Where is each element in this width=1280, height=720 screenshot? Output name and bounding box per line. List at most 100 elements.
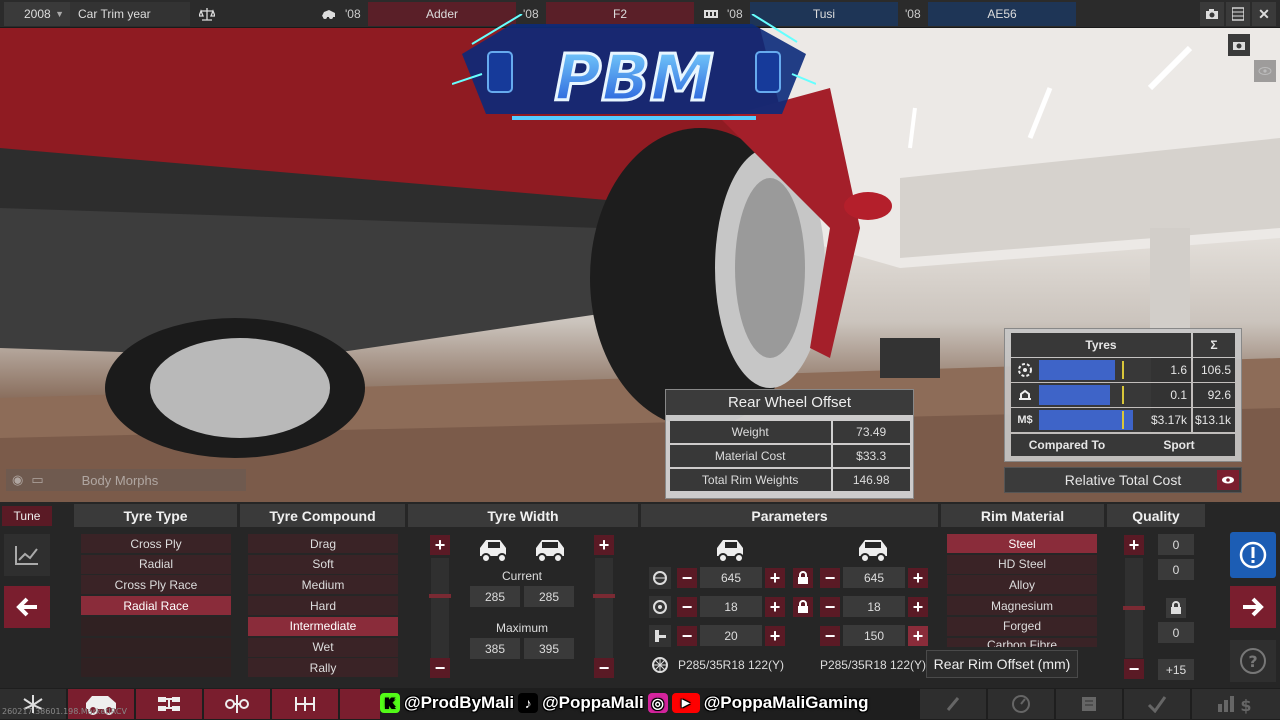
front-diameter-minus-button[interactable]: − xyxy=(677,568,697,588)
year-selector[interactable]: 2008 ▼ xyxy=(4,1,70,26)
nav-wheels-icon[interactable] xyxy=(340,689,380,719)
width-rear-minus-button[interactable]: − xyxy=(594,658,614,678)
rear-diameter-value[interactable]: 645 xyxy=(843,567,905,588)
quality-slider-handle[interactable] xyxy=(1123,606,1145,610)
width-rear-plus-button[interactable]: + xyxy=(594,535,614,555)
nav-interior-icon[interactable] xyxy=(920,689,986,719)
width-rear-slider[interactable] xyxy=(595,558,613,658)
width-front-slider[interactable] xyxy=(431,558,449,658)
front-offset-value[interactable]: 20 xyxy=(700,625,762,646)
rear-rim-size-value[interactable]: 18 xyxy=(843,596,905,617)
current-width-label: Current xyxy=(501,569,542,583)
compare-scale-icon[interactable] xyxy=(190,2,224,26)
version-text: 260217.38601.198.MarketIRCV xyxy=(2,707,127,716)
relative-total-cost-toggle[interactable]: Relative Total Cost xyxy=(1004,467,1242,493)
nav-finish-icon[interactable] xyxy=(1124,689,1190,719)
lock-icon[interactable] xyxy=(793,568,813,588)
front-rim-size-minus-button[interactable]: − xyxy=(677,597,697,617)
rear-offset-minus-button[interactable]: − xyxy=(820,626,840,646)
rear-offset-value[interactable]: 150 xyxy=(843,625,905,646)
rear-diameter-plus-button[interactable]: + xyxy=(908,568,928,588)
graph-icon[interactable] xyxy=(4,534,50,576)
width-front-slider-handle[interactable] xyxy=(429,594,451,598)
front-car-icon xyxy=(478,538,510,567)
current-width-front: 285 xyxy=(470,586,520,607)
quality-minus-button[interactable]: − xyxy=(1124,659,1144,679)
nav-market-icon[interactable]: $ xyxy=(1192,689,1280,719)
tyre-compound-item[interactable]: Drag xyxy=(248,534,398,553)
width-rear-slider-handle[interactable] xyxy=(593,594,615,598)
lock-icon[interactable] xyxy=(793,597,813,617)
rim-material-item[interactable]: Carbon Fibre xyxy=(947,637,1097,647)
rear-rim-size-minus-button[interactable]: − xyxy=(820,597,840,617)
help-icon[interactable]: ? xyxy=(1230,640,1276,682)
tyre-type-item[interactable]: Cross Ply Race xyxy=(81,575,231,595)
tyre-compound-item[interactable]: Wet xyxy=(248,637,398,657)
rear-diameter-minus-button[interactable]: − xyxy=(820,568,840,588)
rim-material-item[interactable]: Steel xyxy=(947,534,1097,553)
svg-text:?: ? xyxy=(1248,652,1257,671)
slot-4-name[interactable]: AE56 xyxy=(928,1,1076,26)
kick-handle: @ProdByMali xyxy=(404,693,515,712)
front-offset-minus-button[interactable]: − xyxy=(677,626,697,646)
next-arrow-button[interactable] xyxy=(1230,586,1276,628)
compared-to-value[interactable]: Sport xyxy=(1123,434,1235,456)
quality-plus-button[interactable]: + xyxy=(1124,535,1144,555)
pbm-logo: PBM xyxy=(451,13,817,132)
tyre-type-item[interactable]: Radial Race xyxy=(81,596,231,616)
comfort-bar xyxy=(1039,383,1151,407)
width-front-minus-button[interactable]: − xyxy=(430,658,450,678)
front-rim-size-plus-button[interactable]: + xyxy=(765,597,785,617)
tyre-compound-item[interactable]: Medium xyxy=(248,575,398,595)
eye-icon[interactable]: ◉ xyxy=(12,472,23,488)
tyre-type-item xyxy=(81,658,231,678)
car-trim-year-label[interactable]: Car Trim year xyxy=(70,1,190,26)
front-diameter-plus-button[interactable]: + xyxy=(765,568,785,588)
sum-header: Σ xyxy=(1193,333,1235,357)
rear-rim-size-plus-button[interactable]: + xyxy=(908,597,928,617)
svg-text:PBM: PBM xyxy=(554,42,713,116)
tiktok-handle: @PoppaMali xyxy=(542,693,644,712)
nav-drivetrain-icon[interactable] xyxy=(272,689,338,719)
rear-offset-plus-button[interactable]: + xyxy=(908,626,928,646)
warning-icon[interactable] xyxy=(1230,532,1276,578)
car-icon xyxy=(316,2,342,26)
camera-icon[interactable] xyxy=(1200,2,1224,26)
nav-chassis-icon[interactable] xyxy=(136,689,202,719)
nav-notes-icon[interactable] xyxy=(1056,689,1122,719)
tyre-compound-item[interactable]: Intermediate xyxy=(248,616,398,636)
eye-icon[interactable] xyxy=(1217,470,1239,490)
width-front-plus-button[interactable]: + xyxy=(430,535,450,555)
tyre-compound-item[interactable]: Soft xyxy=(248,554,398,574)
nav-suspension-icon[interactable] xyxy=(204,689,270,719)
comfort-bar-fill xyxy=(1039,385,1110,405)
front-offset-plus-button[interactable]: + xyxy=(765,626,785,646)
rim-material-item[interactable]: Forged xyxy=(947,616,1097,636)
menu-icon[interactable] xyxy=(1226,2,1250,26)
tyre-compound-item[interactable]: Rally xyxy=(248,658,398,678)
total-rim-weights-label: Total Rim Weights xyxy=(669,469,831,491)
rim-material-item[interactable]: Magnesium xyxy=(947,596,1097,616)
visibility-eye-icon[interactable] xyxy=(1254,60,1276,82)
rim-material-item[interactable]: HD Steel xyxy=(947,554,1097,574)
back-arrow-button[interactable] xyxy=(4,586,50,628)
screenshot-camera-icon[interactable] xyxy=(1228,34,1250,56)
tyre-type-item[interactable]: Cross Ply xyxy=(81,534,231,553)
offset-panel-title: Rear Wheel Offset xyxy=(666,390,913,415)
chevron-down-icon: ▼ xyxy=(55,8,64,19)
rim-size-icon xyxy=(649,596,671,618)
front-diameter-value[interactable]: 645 xyxy=(700,567,762,588)
tyre-compound-item[interactable]: Hard xyxy=(248,596,398,616)
body-morphs-panel[interactable]: ◉ ▭ Body Morphs xyxy=(6,469,246,491)
tyre-type-item[interactable]: Radial xyxy=(81,554,231,574)
nav-testing-icon[interactable] xyxy=(988,689,1054,719)
rim-material-header: Rim Material xyxy=(941,504,1104,527)
front-rim-size-value[interactable]: 18 xyxy=(700,596,762,617)
tyre-type-item xyxy=(81,637,231,657)
front-car-icon xyxy=(715,538,747,567)
layout-icon[interactable]: ▭ xyxy=(31,472,43,488)
lock-icon[interactable] xyxy=(1166,598,1186,618)
tune-tab[interactable]: Tune xyxy=(2,506,52,526)
rim-material-item[interactable]: Alloy xyxy=(947,575,1097,595)
close-icon[interactable]: ✕ xyxy=(1252,2,1276,26)
